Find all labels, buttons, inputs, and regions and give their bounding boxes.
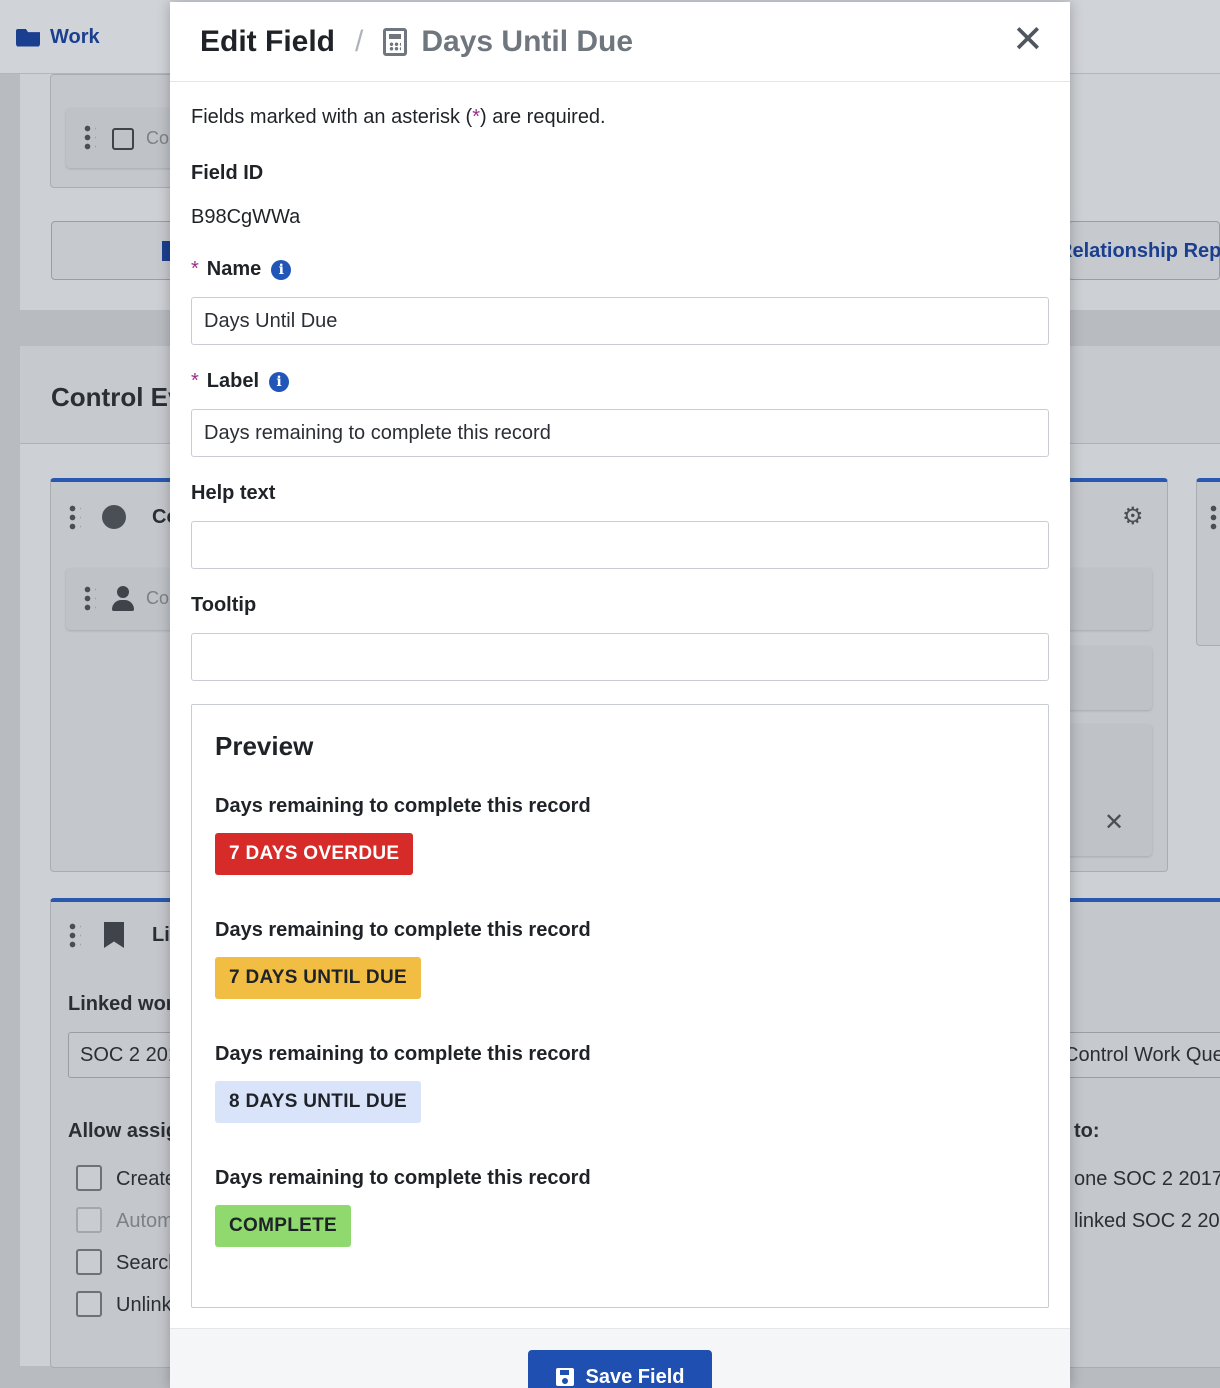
breadcrumb-separator: / [355,24,364,58]
user-circle-icon [102,505,126,529]
required-note: Fields marked with an asterisk (*) are r… [191,106,606,128]
tooltip-input[interactable] [191,633,1049,681]
tooltip-label: Tooltip [191,594,257,616]
control-row-right-2[interactable] [1060,646,1152,710]
preview-panel: Preview Days remaining to complete this … [191,704,1049,1308]
drag-handle-icon[interactable] [82,585,96,611]
nav-work[interactable]: Work [16,26,100,49]
linked-card-title: Li [152,924,170,946]
status-badge-overdue: 7 DAYS OVERDUE [215,833,414,875]
allow-label: Allow assig [68,1120,179,1142]
required-marker: * [191,370,199,392]
save-icon [555,1368,574,1386]
checkbox[interactable] [76,1207,102,1233]
drag-handle-icon[interactable] [82,124,96,150]
checkbox[interactable] [76,1249,102,1275]
modal-subtitle: Days Until Due [421,24,634,58]
status-badge-until-due: 7 DAYS UNTIL DUE [215,957,421,999]
drag-handle-icon[interactable] [67,922,81,948]
preview-title: Preview [215,731,314,761]
control-row-right[interactable] [1060,568,1152,630]
modal-header: Edit Field / Days Until Due ✕ [170,2,1070,82]
section-title: Control Ev [51,382,183,412]
name-label: * Name i [191,258,292,281]
option-label: Unlink [116,1294,172,1316]
info-icon[interactable]: i [269,371,290,392]
close-icon: ✕ [1012,19,1044,61]
linked-input-right-value: Control Work Que [1064,1044,1220,1066]
preview-item-label: Days remaining to complete this record [215,1043,591,1065]
label-label: * Label i [191,370,290,393]
preview-item-label: Days remaining to complete this record [215,919,591,941]
folder-open-icon [16,28,40,47]
help-text-input[interactable] [191,521,1049,569]
upper-row-label: Co [146,128,170,148]
field-id-label: Field ID [191,162,264,184]
checkbox[interactable] [76,1291,102,1317]
required-marker: * [191,258,199,280]
calculator-icon [383,27,408,56]
linked-label: Linked wor [68,993,174,1015]
drag-handle-icon[interactable] [67,504,81,530]
linked-input-value: SOC 2 2017 [80,1044,170,1066]
save-field-button[interactable]: Save Field [528,1350,712,1388]
checkbox[interactable] [76,1165,102,1191]
name-input[interactable] [191,297,1049,345]
status-badge-complete: COMPLETE [215,1205,351,1247]
drag-handle-icon[interactable] [1208,504,1220,530]
option-label: Create [116,1168,177,1190]
user-icon [112,586,134,612]
allow-label-right: to: [1074,1120,1100,1142]
status-badge-until-due: 8 DAYS UNTIL DUE [215,1081,421,1123]
dropdown-field-icon [112,128,134,150]
relationship-report-link[interactable]: Relationship Repo [1058,240,1220,263]
remove-icon[interactable]: ✕ [1104,808,1124,837]
control-row-label: Co [146,588,170,608]
nav-work-label: Work [50,26,100,48]
edit-field-modal: Edit Field / Days Until Due ✕ Fields mar… [170,2,1070,1388]
info-icon[interactable]: i [271,259,292,280]
label-input[interactable] [191,409,1049,457]
modal-footer: Save Field [170,1328,1070,1388]
field-id-value: B98CgWWa [191,206,301,228]
option-label-right: l linked SOC 2 20 [1064,1210,1220,1232]
close-button[interactable]: ✕ [1012,19,1044,61]
modal-title: Edit Field [200,24,335,58]
option-label-right: one SOC 2 2017 T [1074,1168,1220,1190]
help-text-label: Help text [191,482,276,504]
option-label: Autom [116,1210,174,1232]
preview-item-label: Days remaining to complete this record [215,1167,591,1189]
save-field-label: Save Field [585,1366,685,1388]
preview-item-label: Days remaining to complete this record [215,795,591,817]
gear-icon[interactable]: ⚙ [1122,502,1144,531]
